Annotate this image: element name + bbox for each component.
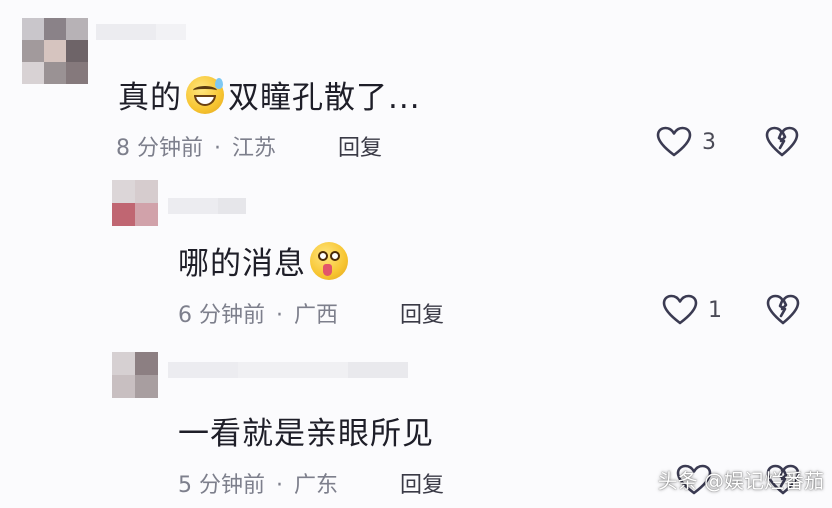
comment-meta: 5 分钟前 · 广东 bbox=[178, 467, 338, 499]
comment-meta: 6 分钟前 · 广西 bbox=[178, 297, 338, 329]
broken-heart-icon bbox=[766, 294, 800, 325]
reply-button[interactable]: 回复 bbox=[338, 130, 382, 162]
comment-text: 真的 双瞳孔散了... bbox=[118, 72, 421, 117]
comment-text-before: 一看就是亲眼所见 bbox=[178, 416, 434, 452]
dislike-button[interactable] bbox=[765, 126, 799, 162]
comment-text-after: 双瞳孔散了... bbox=[228, 80, 421, 116]
comment-text: 一看就是亲眼所见 bbox=[178, 408, 434, 453]
comment-location: 广东 bbox=[294, 473, 339, 498]
dislike-button[interactable] bbox=[766, 294, 800, 330]
comment-time: 5 分钟前 bbox=[178, 473, 265, 498]
like-count: 1 bbox=[708, 297, 722, 323]
meta-separator: · bbox=[276, 303, 283, 328]
comment-location: 广西 bbox=[294, 303, 339, 328]
comment-location: 江苏 bbox=[232, 136, 277, 161]
dizzy-face-emoji-icon bbox=[310, 241, 348, 280]
like-button[interactable]: 3 bbox=[656, 126, 716, 158]
meta-separator: · bbox=[276, 473, 283, 498]
heart-icon bbox=[662, 294, 698, 325]
username-blurred bbox=[168, 198, 246, 214]
comment-time: 6 分钟前 bbox=[178, 303, 265, 328]
reply-button[interactable]: 回复 bbox=[400, 467, 444, 499]
like-button[interactable]: 1 bbox=[662, 294, 722, 326]
heart-icon bbox=[656, 126, 692, 157]
username-blurred bbox=[168, 362, 408, 378]
reply-button[interactable]: 回复 bbox=[400, 297, 444, 329]
like-count: 3 bbox=[702, 129, 716, 155]
avatar[interactable] bbox=[22, 18, 88, 84]
comment-meta: 8 分钟前 · 江苏 bbox=[116, 130, 276, 162]
grinning-sweat-emoji-icon bbox=[186, 75, 224, 114]
avatar[interactable] bbox=[112, 180, 158, 226]
comment-time: 8 分钟前 bbox=[116, 136, 203, 161]
comment-text: 哪的消息 bbox=[178, 238, 352, 283]
broken-heart-icon bbox=[765, 126, 799, 157]
username-blurred bbox=[96, 24, 186, 40]
avatar[interactable] bbox=[112, 352, 158, 398]
meta-separator: · bbox=[214, 136, 221, 161]
comment-text-before: 真的 bbox=[118, 80, 182, 116]
watermark: 头条 @娱记烂番茄 bbox=[657, 469, 824, 493]
comment-text-before: 哪的消息 bbox=[178, 246, 306, 282]
